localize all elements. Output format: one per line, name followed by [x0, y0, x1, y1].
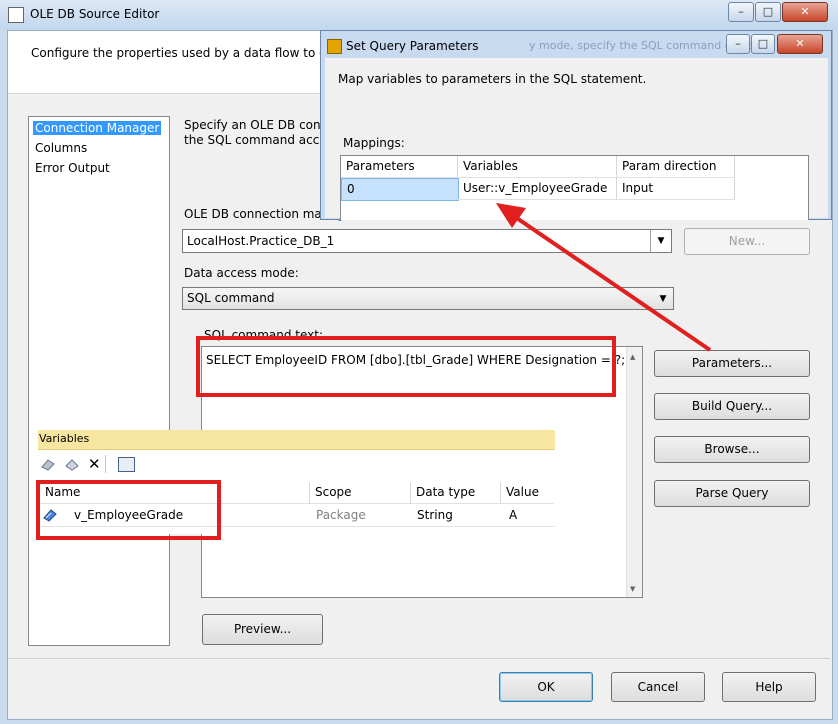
annotation-arrow	[496, 203, 712, 352]
